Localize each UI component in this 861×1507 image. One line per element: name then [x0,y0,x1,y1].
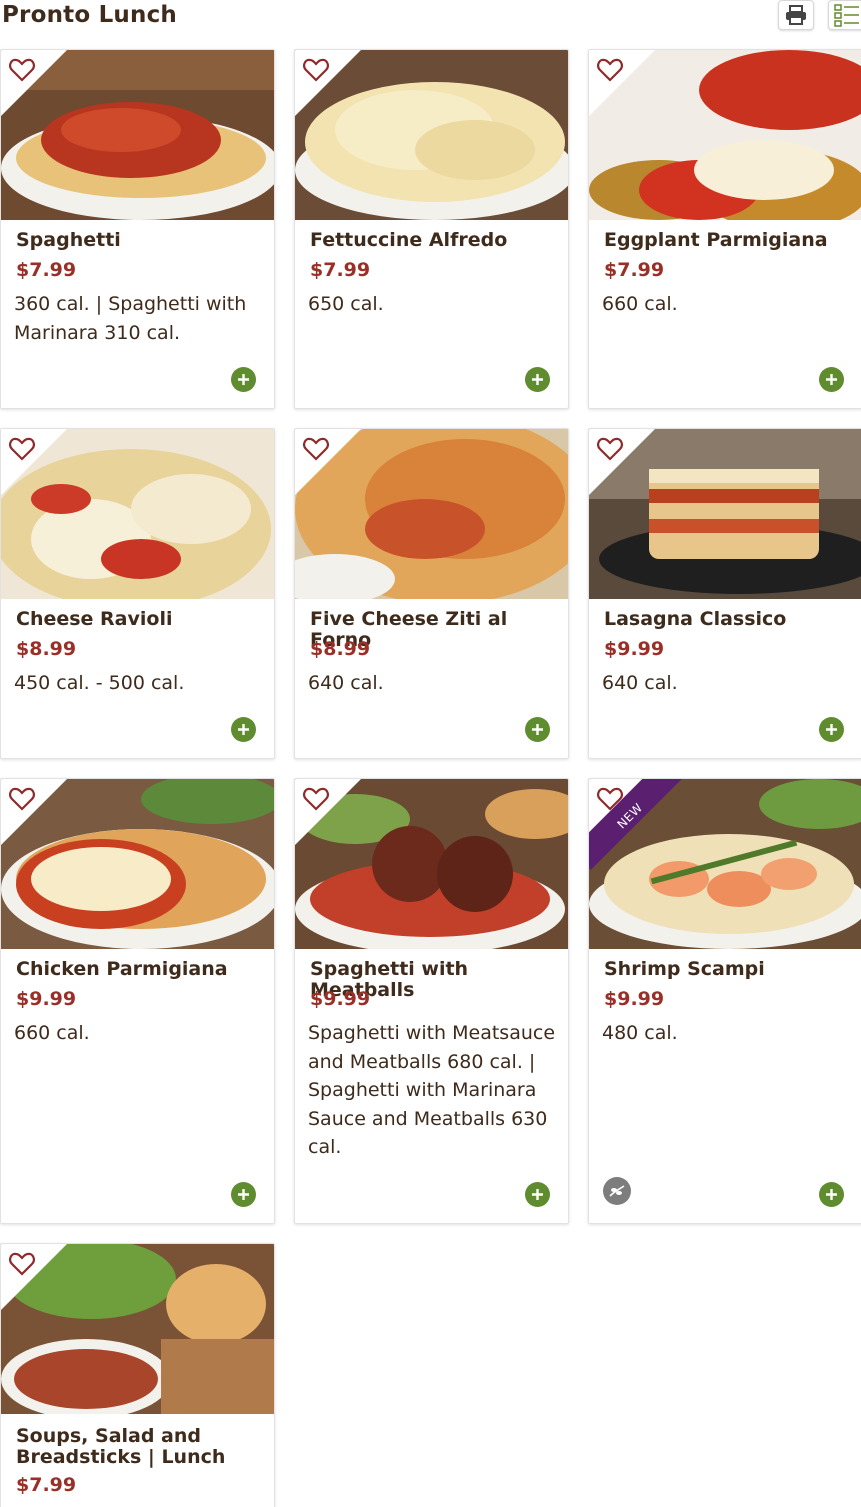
item-calories: 640 cal. [602,672,678,694]
add-to-order-button[interactable] [525,1182,550,1207]
plus-icon [826,374,837,385]
list-view-button[interactable] [828,0,861,30]
item-price: $8.99 [310,638,371,660]
menu-item-card[interactable]: Spaghetti $7.99 360 cal. | Spaghetti wit… [0,49,275,409]
favorite-heart-icon[interactable] [597,787,623,811]
favorite-heart-icon[interactable] [597,58,623,82]
item-name[interactable]: Shrimp Scampi [604,959,854,980]
plus-icon [826,724,837,735]
item-price: $9.99 [604,638,665,660]
item-price: $7.99 [16,259,77,281]
favorite-heart-icon[interactable] [303,437,329,461]
plus-icon [826,1189,837,1200]
print-button[interactable] [778,0,814,30]
favorite-heart-icon[interactable] [9,787,35,811]
menu-item-card[interactable]: Eggplant Parmigiana $7.99 660 cal. [588,49,861,409]
add-to-order-button[interactable] [819,1182,844,1207]
item-calories: 450 cal. - 500 cal. [14,672,185,694]
item-calories: 360 cal. | Spaghetti with Marinara 310 c… [14,293,247,344]
item-calories: 480 cal. [602,1022,678,1044]
menu-item-card[interactable]: Five Cheese Ziti al Forno $8.99 640 cal. [294,428,569,759]
favorite-heart-icon[interactable] [597,437,623,461]
item-image[interactable] [1,50,274,220]
add-to-order-button[interactable] [819,717,844,742]
item-calories: 650 cal. [308,293,384,315]
item-calories: 660 cal. [14,1022,90,1044]
menu-item-card[interactable]: Lasagna Classico $9.99 640 cal. [588,428,861,759]
printer-icon [786,5,806,25]
plus-icon [238,1189,249,1200]
menu-item-card[interactable]: Soups, Salad and Breadsticks | Lunch $7.… [0,1243,275,1507]
item-calories: Spaghetti with Meatsauce and Meatballs 6… [308,1022,556,1158]
item-name[interactable]: Spaghetti [16,230,266,251]
olive-branch-icon [609,1185,625,1197]
plus-icon [532,1189,543,1200]
item-image[interactable] [1,779,274,949]
item-calories: 640 cal. [308,672,384,694]
item-image[interactable]: NEW [589,779,861,949]
add-to-order-button[interactable] [231,717,256,742]
item-image[interactable] [295,429,568,599]
menu-item-card[interactable]: Spaghetti with Meatballs $9.99 Spaghetti… [294,778,569,1224]
page-title: Pronto Lunch [2,2,177,28]
menu-item-card[interactable]: Fettuccine Alfredo $7.99 650 cal. [294,49,569,409]
item-name[interactable]: Eggplant Parmigiana [604,230,854,251]
favorite-heart-icon[interactable] [9,437,35,461]
favorite-heart-icon[interactable] [9,58,35,82]
item-image[interactable] [589,50,861,220]
item-price: $9.99 [16,988,77,1010]
item-price: $7.99 [310,259,371,281]
plus-icon [238,724,249,735]
plus-icon [532,374,543,385]
add-to-order-button[interactable] [231,1182,256,1207]
item-name[interactable]: Cheese Ravioli [16,609,266,630]
item-price: $9.99 [310,988,371,1010]
item-name[interactable]: Chicken Parmigiana [16,959,266,980]
list-view-icon [834,4,859,27]
page-header: Pronto Lunch [0,0,861,42]
item-image[interactable] [295,779,568,949]
item-price: $7.99 [16,1474,77,1496]
add-to-order-button[interactable] [525,717,550,742]
olive-branch-badge[interactable] [603,1177,631,1205]
item-image[interactable] [1,1244,274,1414]
plus-icon [532,724,543,735]
plus-icon [238,374,249,385]
item-calories: 660 cal. [602,293,678,315]
item-name[interactable]: Lasagna Classico [604,609,854,630]
item-price: $9.99 [604,988,665,1010]
item-price: $8.99 [16,638,77,660]
favorite-heart-icon[interactable] [9,1252,35,1276]
menu-item-card[interactable]: NEW Shrimp Scampi $9.99 480 cal. [588,778,861,1224]
menu-item-card[interactable]: Cheese Ravioli $8.99 450 cal. - 500 cal. [0,428,275,759]
favorite-heart-icon[interactable] [303,787,329,811]
item-name[interactable]: Soups, Salad and Breadsticks | Lunch [16,1426,266,1468]
item-name[interactable]: Fettuccine Alfredo [310,230,560,251]
item-price: $7.99 [604,259,665,281]
item-image[interactable] [295,50,568,220]
add-to-order-button[interactable] [231,367,256,392]
item-image[interactable] [589,429,861,599]
favorite-heart-icon[interactable] [303,58,329,82]
add-to-order-button[interactable] [525,367,550,392]
add-to-order-button[interactable] [819,367,844,392]
item-image[interactable] [1,429,274,599]
menu-item-card[interactable]: Chicken Parmigiana $9.99 660 cal. [0,778,275,1224]
